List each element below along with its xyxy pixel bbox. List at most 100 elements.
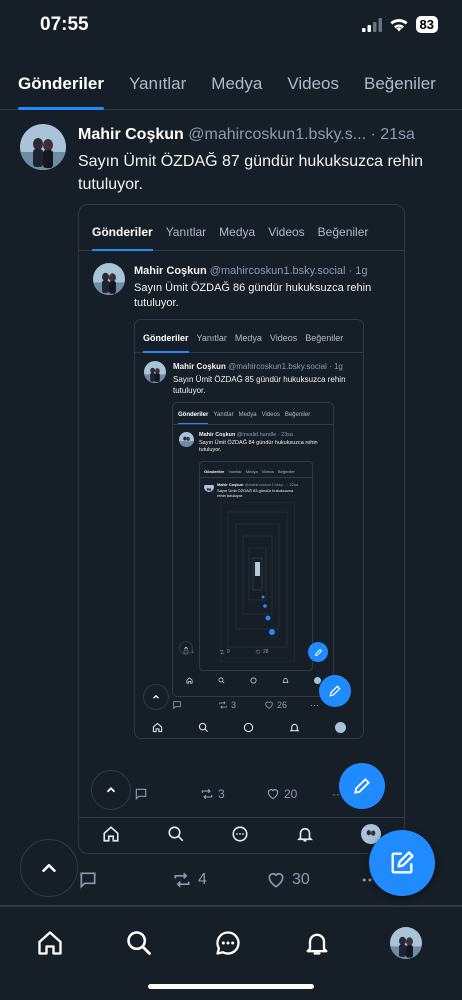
embedded3-tab-videos: Videos: [261, 412, 280, 418]
embedded2-tab-media: Medya: [234, 333, 262, 343]
avatar[interactable]: [20, 124, 66, 170]
tab-posts[interactable]: Gönderiler: [18, 62, 104, 110]
tab-replies[interactable]: Yanıtlar: [129, 62, 186, 109]
like-count: 30: [292, 871, 310, 888]
embedded2-more: ···: [310, 700, 319, 710]
embedded2-avatar: [144, 361, 166, 383]
embedded-scroll-top: [91, 770, 131, 810]
like-button[interactable]: 30: [266, 870, 360, 890]
author-name[interactable]: Mahir Coşkun: [78, 126, 184, 143]
embedded3-tab-likes: Beğeniler: [284, 412, 311, 418]
embedded-tab-likes: Beğeniler: [317, 225, 369, 239]
tab-videos[interactable]: Videos: [287, 62, 339, 109]
embedded-image[interactable]: Gönderiler Yanıtlar Medya Videos Beğenil…: [78, 204, 405, 854]
embedded2-compose-button: [319, 675, 351, 707]
embedded-handle: @mahircoskun1.bsky.social: [209, 265, 346, 277]
search-icon: [127, 931, 151, 955]
battery-indicator: 83: [415, 16, 438, 33]
reply-icon: [173, 701, 181, 710]
compose-button[interactable]: [369, 830, 435, 896]
embedded3-tabs: Gönderiler Yanıtlar Medya Videos Beğenil…: [173, 408, 333, 425]
nav-chat[interactable]: [208, 923, 248, 963]
embedded-author: Mahir Coşkun: [134, 265, 207, 277]
embedded3-tab-media: Medya: [238, 412, 257, 418]
embedded3-scroll-top: [179, 641, 193, 655]
embedded2-tabs: Gönderiler Yanıtlar Medya Videos Beğenil…: [135, 327, 363, 353]
like-icon: [267, 789, 279, 800]
search-icon: [198, 722, 208, 732]
embedded3-author: Mahir Coşkun: [199, 432, 236, 438]
tab-media[interactable]: Medya: [211, 62, 262, 109]
chat-icon: [250, 677, 256, 683]
embedded3-post-text: Sayın Ümit ÖZDAĞ 84 gündür hukuksuzca re…: [199, 440, 318, 453]
post-time: · 21sa: [370, 126, 415, 143]
embedded2-time: · 1g: [329, 362, 343, 371]
nav-notifications[interactable]: [297, 923, 337, 963]
embedded2-post-header: Mahir Coşkun @mahircoskun1.bsky.social ·…: [173, 362, 361, 371]
compose-icon: [391, 851, 414, 874]
author-handle[interactable]: @mahircoskun1.bsky.s...: [188, 126, 366, 143]
embedded2-tab-likes: Beğeniler: [305, 333, 344, 343]
embedded2-tab-replies: Yanıtlar: [196, 333, 227, 343]
embedded-tabs: Gönderiler Yanıtlar Medya Videos Beğenil…: [79, 217, 404, 251]
embedded3-avatar: [179, 432, 194, 447]
status-icons: 83: [361, 16, 438, 33]
embedded-reply: [134, 787, 200, 801]
embedded-tab-media: Medya: [219, 225, 256, 239]
nav-home[interactable]: [30, 923, 70, 963]
post[interactable]: Mahir Coşkun @mahircoskun1.bsky.s... · 2…: [0, 110, 462, 906]
chat-icon: [216, 931, 240, 955]
compose-icon: [329, 685, 341, 697]
nav-search[interactable]: [119, 923, 159, 963]
embedded3-tab-replies: Yanıtlar: [213, 412, 234, 418]
embedded4-tab-likes: Beğeniler: [277, 469, 295, 474]
embedded2-tab-posts: Gönderiler: [143, 327, 189, 353]
chat-icon: [244, 722, 254, 732]
embedded2-nav: [135, 718, 363, 736]
compose-icon: [354, 778, 370, 794]
scroll-to-top-button[interactable]: [20, 839, 78, 897]
embedded3-like-count: 28: [263, 649, 269, 655]
embedded4-handle: @mahircoskun1.bsky...: [244, 482, 286, 487]
embedded-nav: [79, 817, 404, 849]
like-icon: [265, 701, 273, 709]
like-icon: [255, 649, 261, 655]
reply-button[interactable]: [78, 870, 172, 890]
signal-icon: [361, 17, 382, 32]
home-indicator: [148, 984, 314, 989]
like-icon: [268, 872, 284, 888]
embedded4-author: Mahir Coşkun: [217, 482, 244, 487]
embedded4-tabs: Gönderiler Yanıtlar Medya Videos Beğenil…: [200, 466, 312, 478]
nav-profile[interactable]: [386, 923, 426, 963]
embedded4-tab-videos: Videos: [261, 469, 274, 474]
repost-icon: [201, 788, 213, 800]
embedded3-post-header: Mahir Coşkun @invalid.handle · 23sa: [199, 432, 331, 438]
embedded3-repost-count: 9: [227, 649, 230, 655]
embedded3-nav: [173, 673, 333, 687]
embedded-like-count: 20: [284, 787, 298, 801]
embedded2-tab-videos: Videos: [269, 333, 298, 343]
bell-icon: [297, 827, 314, 842]
repost-icon: [219, 649, 225, 655]
embedded-compose-button: [339, 763, 385, 809]
home-icon: [38, 931, 62, 955]
embedded4-tab-replies: Yanıtlar: [228, 469, 242, 474]
repost-icon: [174, 872, 190, 888]
profile-avatar: [390, 927, 422, 959]
embedded4-time: · 22sa: [287, 482, 299, 487]
embedded-tab-videos: Videos: [268, 225, 305, 239]
embedded2-reply: [172, 700, 218, 710]
bell-icon: [281, 677, 289, 683]
chevron-up-icon: [153, 694, 159, 699]
repost-button[interactable]: 4: [172, 870, 266, 890]
embedded2-scroll-top: [143, 684, 169, 710]
embedded2-author: Mahir Coşkun: [173, 362, 226, 371]
embedded-tab-replies: Yanıtlar: [165, 225, 207, 239]
status-bar: 07:55 83: [0, 0, 462, 52]
embedded2-repost-count: 3: [231, 700, 237, 710]
tab-likes[interactable]: Beğeniler: [364, 62, 436, 109]
repost-icon: [219, 701, 227, 709]
reply-icon: [135, 788, 147, 801]
embedded-tab-posts: Gönderiler: [92, 217, 153, 251]
embedded2-like: 26: [264, 700, 310, 710]
